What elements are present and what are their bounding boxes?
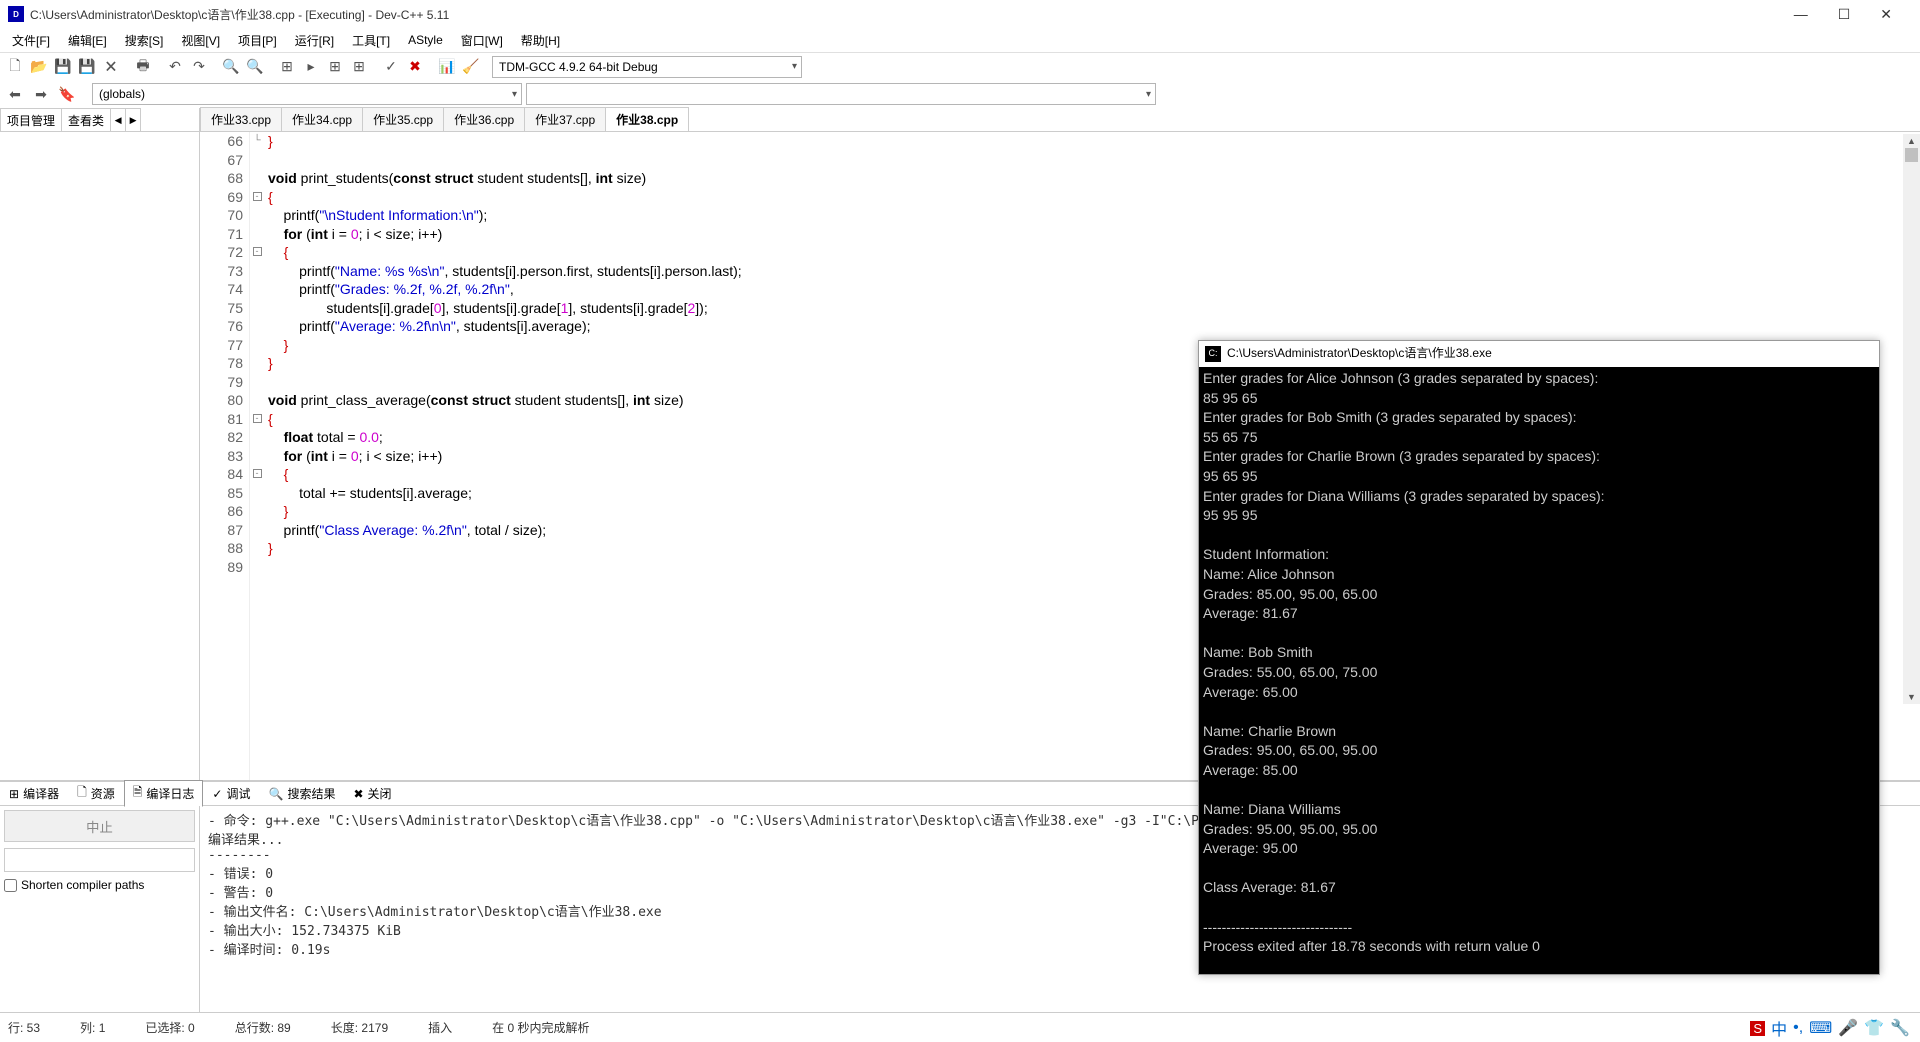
compiler-combo[interactable]: TDM-GCC 4.9.2 64-bit Debug bbox=[492, 56, 802, 78]
file-tab[interactable]: 作业34.cpp bbox=[281, 107, 363, 131]
left-panel: 项目管理 查看类 ◀ ▶ bbox=[0, 108, 200, 780]
ime-icon[interactable]: S bbox=[1750, 1021, 1765, 1036]
menu-工具[T][interactable]: 工具[T] bbox=[344, 30, 398, 51]
shorten-paths-checkbox[interactable]: Shorten compiler paths bbox=[4, 878, 195, 892]
maximize-button[interactable]: ☐ bbox=[1838, 6, 1851, 23]
status-parse: 在 0 秒内完成解析 bbox=[492, 1019, 589, 1036]
window-title: C:\Users\Administrator\Desktop\c语言\作业38.… bbox=[30, 6, 449, 23]
compile-run-icon[interactable]: ⊞ bbox=[324, 56, 346, 78]
close-button[interactable]: ✕ bbox=[1880, 6, 1892, 23]
file-tab[interactable]: 作业35.cpp bbox=[362, 107, 444, 131]
ime-tool-icon[interactable]: 🔧 bbox=[1890, 1018, 1910, 1038]
scroll-thumb[interactable] bbox=[1905, 148, 1918, 162]
profile-icon[interactable]: 📊 bbox=[436, 56, 458, 78]
bottom-tab-0[interactable]: ⊞ 编译器 bbox=[0, 782, 68, 805]
secondary-toolbar: ⬅ ➡ 🔖 (globals) bbox=[0, 80, 1920, 108]
close-file-icon[interactable]: 🗙 bbox=[100, 56, 122, 78]
status-col: 列: 1 bbox=[80, 1019, 105, 1036]
globals-combo[interactable]: (globals) bbox=[92, 83, 522, 105]
stop-icon[interactable]: ✖ bbox=[404, 56, 426, 78]
status-line: 行: 53 bbox=[8, 1019, 40, 1036]
clear-icon[interactable]: 🧹 bbox=[460, 56, 482, 78]
console-titlebar[interactable]: C: C:\Users\Administrator\Desktop\c语言\作业… bbox=[1199, 341, 1879, 367]
debug-icon[interactable]: ✓ bbox=[380, 56, 402, 78]
print-icon[interactable]: 🖶 bbox=[132, 56, 154, 78]
console-output: Enter grades for Alice Johnson (3 grades… bbox=[1199, 367, 1879, 974]
menu-项目[P][interactable]: 项目[P] bbox=[230, 30, 285, 51]
bottom-tab-2[interactable]: 🗎 编译日志 bbox=[124, 780, 204, 807]
console-window[interactable]: C: C:\Users\Administrator\Desktop\c语言\作业… bbox=[1198, 340, 1880, 975]
statusbar: 行: 53 列: 1 已选择: 0 总行数: 89 长度: 2179 插入 在 … bbox=[0, 1012, 1920, 1042]
scroll-down-icon[interactable]: ▼ bbox=[1903, 690, 1920, 704]
ime-skin-icon[interactable]: 👕 bbox=[1864, 1018, 1884, 1038]
new-file-icon[interactable]: 🗋 bbox=[4, 56, 26, 78]
status-total: 总行数: 89 bbox=[235, 1019, 291, 1036]
nav-fwd-icon[interactable]: ➡ bbox=[30, 83, 52, 105]
nav-back-icon[interactable]: ⬅ bbox=[4, 83, 26, 105]
undo-icon[interactable]: ↶ bbox=[164, 56, 186, 78]
menu-搜索[S][interactable]: 搜索[S] bbox=[117, 30, 172, 51]
menubar: 文件[F]编辑[E]搜索[S]视图[V]项目[P]运行[R]工具[T]AStyl… bbox=[0, 28, 1920, 52]
rebuild-icon[interactable]: ⊞ bbox=[348, 56, 370, 78]
file-tab[interactable]: 作业33.cpp bbox=[200, 107, 282, 131]
menu-文件[F][interactable]: 文件[F] bbox=[4, 30, 58, 51]
symbol-combo[interactable] bbox=[526, 83, 1156, 105]
bottom-tab-1[interactable]: 🗋 资源 bbox=[68, 780, 124, 807]
project-tree[interactable] bbox=[0, 132, 199, 780]
ime-mic-icon[interactable]: 🎤 bbox=[1838, 1018, 1858, 1038]
replace-icon[interactable]: 🔍 bbox=[244, 56, 266, 78]
status-mode: 插入 bbox=[428, 1019, 452, 1036]
compiler-filter-input[interactable] bbox=[4, 848, 195, 872]
run-icon[interactable]: ▸ bbox=[300, 56, 322, 78]
menu-编辑[E][interactable]: 编辑[E] bbox=[60, 30, 115, 51]
file-tab[interactable]: 作业36.cpp bbox=[443, 107, 525, 131]
bottom-tab-3[interactable]: ✓ 调试 bbox=[203, 782, 259, 805]
file-tab[interactable]: 作业37.cpp bbox=[524, 107, 606, 131]
ime-punct-icon[interactable]: •, bbox=[1793, 1019, 1803, 1037]
tab-scroll-right[interactable]: ▶ bbox=[125, 108, 141, 131]
open-file-icon[interactable]: 📂 bbox=[28, 56, 50, 78]
bottom-tab-5[interactable]: ✖ 关闭 bbox=[344, 782, 400, 805]
scroll-up-icon[interactable]: ▲ bbox=[1903, 134, 1920, 148]
console-title-text: C:\Users\Administrator\Desktop\c语言\作业38.… bbox=[1227, 344, 1492, 364]
menu-窗口[W][interactable]: 窗口[W] bbox=[453, 30, 511, 51]
ime-keyboard-icon[interactable]: ⌨ bbox=[1809, 1018, 1832, 1038]
bottom-tab-4[interactable]: 🔍 搜索结果 bbox=[260, 782, 345, 805]
save-icon[interactable]: 💾 bbox=[52, 56, 74, 78]
system-tray: S 中 •, ⌨ 🎤 👕 🔧 bbox=[1750, 1016, 1910, 1040]
main-toolbar: 🗋 📂 💾 💾 🗙 🖶 ↶ ↷ 🔍 🔍 ⊞ ▸ ⊞ ⊞ ✓ ✖ 📊 🧹 TDM-… bbox=[0, 52, 1920, 80]
console-icon: C: bbox=[1205, 346, 1221, 362]
tab-project[interactable]: 项目管理 bbox=[0, 108, 62, 131]
menu-运行[R][interactable]: 运行[R] bbox=[287, 30, 342, 51]
find-icon[interactable]: 🔍 bbox=[220, 56, 242, 78]
file-tabs: 作业33.cpp作业34.cpp作业35.cpp作业36.cpp作业37.cpp… bbox=[200, 108, 1920, 132]
save-all-icon[interactable]: 💾 bbox=[76, 56, 98, 78]
status-sel: 已选择: 0 bbox=[145, 1019, 194, 1036]
menu-帮助[H][interactable]: 帮助[H] bbox=[513, 30, 568, 51]
menu-视图[V][interactable]: 视图[V] bbox=[173, 30, 228, 51]
app-icon: D bbox=[8, 6, 24, 22]
menu-AStyle[interactable]: AStyle bbox=[400, 31, 451, 49]
ime-lang-icon[interactable]: 中 bbox=[1771, 1016, 1787, 1040]
file-tab[interactable]: 作业38.cpp bbox=[605, 107, 689, 131]
status-len: 长度: 2179 bbox=[331, 1019, 388, 1036]
redo-icon[interactable]: ↷ bbox=[188, 56, 210, 78]
titlebar: D C:\Users\Administrator\Desktop\c语言\作业3… bbox=[0, 0, 1920, 28]
minimize-button[interactable]: — bbox=[1794, 6, 1808, 23]
editor-scrollbar[interactable]: ▲ ▼ bbox=[1903, 134, 1920, 704]
tab-class-view[interactable]: 查看类 bbox=[61, 108, 111, 131]
bookmark-icon[interactable]: 🔖 bbox=[56, 83, 78, 105]
tab-scroll-left[interactable]: ◀ bbox=[110, 108, 126, 131]
abort-button[interactable]: 中止 bbox=[4, 810, 195, 842]
compile-icon[interactable]: ⊞ bbox=[276, 56, 298, 78]
